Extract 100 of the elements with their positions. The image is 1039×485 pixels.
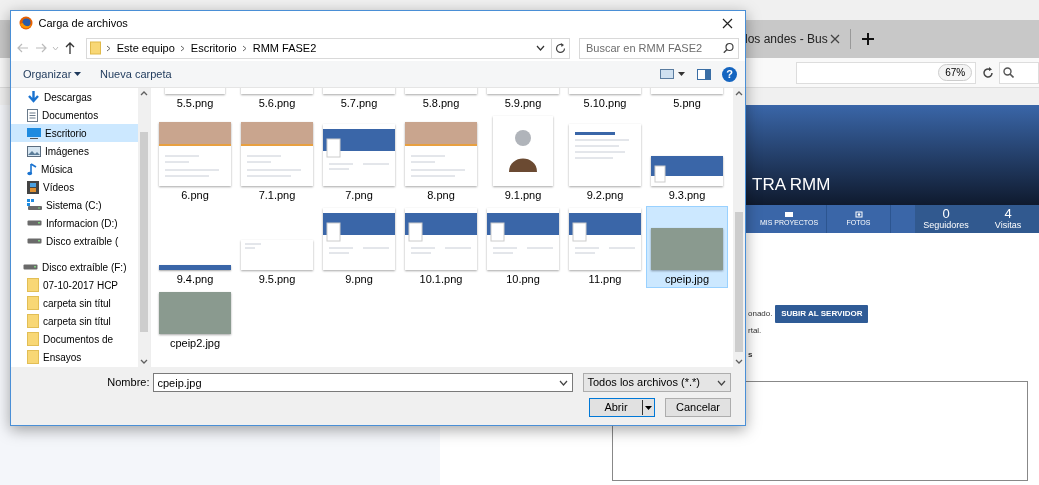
stat-label: Seguidores xyxy=(923,221,969,231)
file-item[interactable]: 5.10.png xyxy=(564,88,646,112)
browser-tab-title[interactable]: los andes - Bus xyxy=(745,30,828,48)
file-item[interactable]: 11.png xyxy=(564,206,646,288)
file-item[interactable]: 9.png xyxy=(318,206,400,288)
page-title: TRA RMM xyxy=(752,173,831,196)
file-thumbnail xyxy=(651,228,723,270)
breadcrumb-item[interactable]: RMM FASE2 xyxy=(252,39,317,57)
chevron-down-icon[interactable] xyxy=(558,379,568,386)
search-field[interactable] xyxy=(999,61,1039,84)
search-icon xyxy=(723,42,734,54)
file-thumbnail xyxy=(405,122,477,186)
cancel-button[interactable]: Cancelar xyxy=(665,398,731,417)
document-icon xyxy=(27,108,38,122)
file-item[interactable]: 5.5.png xyxy=(154,88,236,112)
file-name-field[interactable]: cpeip.jpg xyxy=(152,373,573,392)
nav-item[interactable]: Informacion (D:) xyxy=(11,214,138,232)
breadcrumb-item[interactable]: Este equipo xyxy=(116,39,175,57)
new-folder-button[interactable]: Nueva carpeta xyxy=(96,63,176,85)
monitor-icon xyxy=(27,127,41,139)
nav-item[interactable]: Música xyxy=(11,160,138,178)
file-item[interactable]: 9.2.png xyxy=(564,114,646,204)
file-thumbnail xyxy=(405,208,477,270)
close-icon[interactable] xyxy=(830,34,841,44)
search-field[interactable]: Buscar en RMM FASE2 xyxy=(579,37,739,59)
nav-item[interactable]: Documentos xyxy=(11,106,138,124)
file-item[interactable]: 5.9.png xyxy=(482,88,564,112)
organize-menu[interactable]: Organizar xyxy=(19,63,86,85)
upload-button[interactable]: SUBIR AL SERVIDOR xyxy=(775,305,869,323)
folder-icon xyxy=(784,209,794,218)
file-item[interactable]: 10.1.png xyxy=(400,206,482,288)
file-type-dropdown[interactable]: Todos los archivos (*.*) xyxy=(582,373,731,392)
page-text: onado. xyxy=(748,308,773,320)
url-field[interactable]: 67% xyxy=(796,61,976,84)
dialog-title: Carga de archivos xyxy=(38,15,128,31)
nav-item[interactable]: Sistema (C:) xyxy=(11,196,138,214)
nav-item[interactable]: Vídeos xyxy=(11,178,138,196)
file-item[interactable]: cpeip2.jpg xyxy=(154,290,236,352)
help-button[interactable]: ? xyxy=(722,66,737,82)
stat-value: 0 xyxy=(942,207,950,222)
reload-icon[interactable] xyxy=(981,66,994,79)
close-icon[interactable] xyxy=(722,17,733,29)
folder-icon xyxy=(27,278,39,292)
camera-icon xyxy=(853,209,864,218)
chevron-down-icon[interactable] xyxy=(536,45,545,51)
file-item[interactable]: 7.png xyxy=(318,114,400,204)
file-item[interactable]: 5.png xyxy=(646,88,728,112)
up-arrow-icon[interactable] xyxy=(64,42,75,54)
zoom-indicator[interactable]: 67% xyxy=(938,64,973,81)
file-item[interactable]: 6.png xyxy=(154,114,236,204)
file-item[interactable]: 5.8.png xyxy=(400,88,482,112)
address-bar[interactable]: Este equipo Escritorio RMM FASE2 xyxy=(86,37,570,59)
file-thumbnail xyxy=(159,265,231,270)
file-thumbnail xyxy=(159,122,231,186)
scrollbar[interactable] xyxy=(733,88,745,367)
file-thumbnail xyxy=(241,122,313,186)
file-item[interactable]: 10.png xyxy=(482,206,564,288)
plus-icon[interactable] xyxy=(861,32,876,46)
file-item[interactable]: 9.1.png xyxy=(482,114,564,204)
folder-icon xyxy=(27,332,39,346)
drive-icon xyxy=(27,199,42,211)
nav-item[interactable]: Ensayos xyxy=(11,348,138,366)
folder-icon xyxy=(27,296,39,310)
file-item[interactable]: 9.4.png xyxy=(154,206,236,288)
music-note-icon xyxy=(27,162,37,176)
scrollbar[interactable] xyxy=(138,88,150,367)
nav-item[interactable]: Disco extraíble ( xyxy=(11,232,138,250)
file-item[interactable]: 9.5.png xyxy=(236,206,318,288)
chevron-down-icon xyxy=(717,379,726,386)
file-item[interactable]: 5.7.png xyxy=(318,88,400,112)
page-text: s xyxy=(748,349,754,361)
nav-item[interactable]: carpeta sin títul xyxy=(11,312,138,330)
preview-pane-icon[interactable] xyxy=(697,68,711,80)
nav-item[interactable]: Imágenes xyxy=(11,142,138,160)
nav-item[interactable]: Documentos de xyxy=(11,330,138,348)
file-item[interactable]: 8.png xyxy=(400,114,482,204)
nav-item[interactable]: Descargas xyxy=(11,88,138,106)
down-arrow-icon xyxy=(27,90,40,104)
caret-icon xyxy=(645,405,652,410)
chevron-right-icon xyxy=(242,44,248,52)
picture-icon xyxy=(27,145,41,157)
file-item[interactable]: 9.3.png xyxy=(646,114,728,204)
file-thumbnail xyxy=(569,208,641,270)
view-options-icon[interactable] xyxy=(660,69,686,79)
file-item[interactable]: cpeip.jpg xyxy=(646,206,728,288)
file-name-label: Nombre: xyxy=(106,375,150,391)
nav-item[interactable]: Escritorio xyxy=(11,124,138,142)
nav-item[interactable]: carpeta sin títul xyxy=(11,294,138,312)
nav-item[interactable]: 07-10-2017 HCP xyxy=(11,276,138,294)
file-thumbnail xyxy=(323,124,395,186)
file-thumbnail xyxy=(651,156,723,186)
file-thumbnail xyxy=(241,240,313,270)
file-item[interactable]: 5.6.png xyxy=(236,88,318,112)
breadcrumb-item[interactable]: Escritorio xyxy=(190,39,237,57)
chevron-right-icon xyxy=(180,44,186,52)
nav-item[interactable]: Disco extraíble (F:) xyxy=(11,258,138,276)
drive-icon xyxy=(23,264,38,270)
open-button[interactable]: Abrir xyxy=(589,398,655,417)
file-item[interactable]: 7.1.png xyxy=(236,114,318,204)
refresh-icon[interactable] xyxy=(554,42,566,54)
